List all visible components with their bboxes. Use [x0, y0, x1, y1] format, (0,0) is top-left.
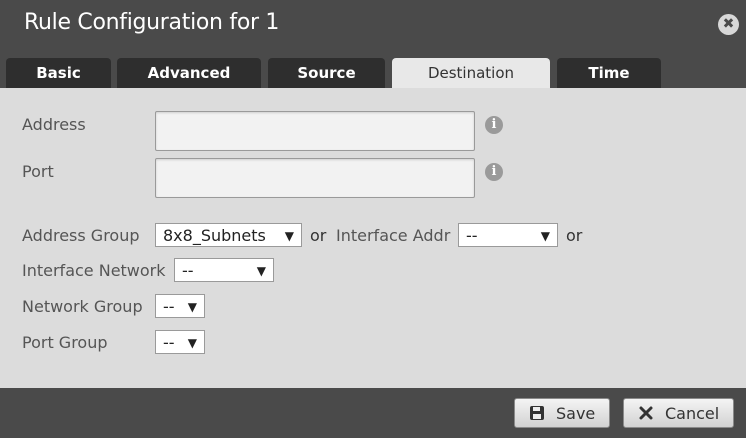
address-group-value: 8x8_Subnets [163, 226, 266, 245]
interface-network-value: -- [182, 261, 194, 280]
port-input[interactable] [155, 158, 475, 198]
tab-source[interactable]: Source [268, 58, 385, 88]
tab-time[interactable]: Time [557, 58, 661, 88]
address-input[interactable] [155, 111, 475, 151]
floppy-disk-icon [529, 399, 545, 429]
network-group-select[interactable]: -- ▼ [155, 294, 205, 318]
tab-advanced[interactable]: Advanced [117, 58, 261, 88]
tab-destination[interactable]: Destination [392, 58, 550, 88]
interface-addr-value: -- [466, 226, 478, 245]
dialog-title: Rule Configuration for 1 [24, 10, 280, 35]
interface-network-select[interactable]: -- ▼ [174, 258, 274, 282]
chevron-down-icon: ▼ [256, 264, 266, 278]
port-group-label: Port Group [22, 333, 108, 352]
save-button-label: Save [556, 404, 596, 423]
port-info-icon[interactable]: i [485, 163, 503, 181]
interface-network-label: Interface Network [22, 261, 166, 280]
tab-strip: Basic Advanced Source Destination Time [0, 52, 746, 88]
cancel-button[interactable]: Cancel [623, 398, 734, 428]
close-icon[interactable]: ✖ [718, 14, 739, 35]
chevron-down-icon: ▼ [540, 229, 550, 243]
address-info-icon[interactable]: i [485, 116, 503, 134]
interface-addr-label: Interface Addr [336, 226, 451, 245]
port-group-select[interactable]: -- ▼ [155, 330, 205, 354]
tab-basic[interactable]: Basic [6, 58, 111, 88]
network-group-label: Network Group [22, 297, 143, 316]
address-label: Address [22, 115, 86, 134]
interface-addr-select[interactable]: -- ▼ [458, 223, 558, 247]
chevron-down-icon: ▼ [284, 229, 294, 243]
or-text: or [310, 226, 327, 245]
address-group-label: Address Group [22, 226, 140, 245]
chevron-down-icon: ▼ [187, 300, 197, 314]
address-group-select[interactable]: 8x8_Subnets ▼ [155, 223, 302, 247]
destination-panel: Address i Port i Address Group 8x8_Subne… [0, 88, 746, 388]
port-group-value: -- [163, 333, 175, 352]
cancel-button-label: Cancel [665, 404, 720, 423]
save-button[interactable]: Save [514, 398, 610, 428]
rule-configuration-dialog: Rule Configuration for 1 ✖ Basic Advance… [0, 0, 746, 438]
x-icon [638, 399, 654, 429]
dialog-titlebar: Rule Configuration for 1 ✖ [0, 0, 746, 52]
port-label: Port [22, 162, 54, 181]
or-text: or [566, 226, 583, 245]
network-group-value: -- [163, 297, 175, 316]
dialog-footer: Save Cancel [0, 388, 746, 438]
chevron-down-icon: ▼ [187, 336, 197, 350]
